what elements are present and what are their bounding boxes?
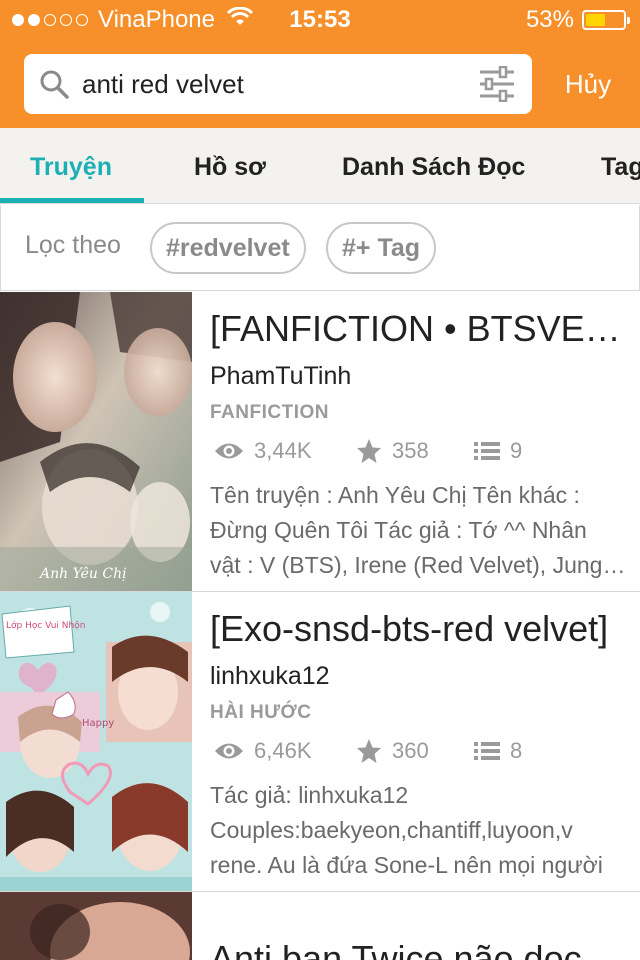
story-author[interactable]: linhxuka12 [210, 662, 330, 691]
filter-label: Lọc theo [25, 231, 121, 259]
tab-tags[interactable]: Tag [601, 128, 640, 203]
views-stat: 6,46K [214, 738, 312, 764]
cover-title: Lớp Học Vui Nhộn [6, 620, 85, 631]
story-description: Tác giả: linhxuka12 Couples:baekyeon,cha… [210, 778, 634, 883]
story-category: HÀI HƯỚC [210, 702, 312, 723]
story-item[interactable]: Anti ban Twice não dọc [0, 892, 640, 960]
tag-chip-redvelvet[interactable]: #redvelvet [150, 222, 306, 274]
search-input[interactable] [82, 54, 462, 114]
votes-stat: 360 [356, 738, 429, 764]
eye-icon [215, 443, 243, 459]
description-line: vật : V (BTS), Irene (Red Velvet), Jungk… [210, 552, 634, 578]
parts-stat: 8 [474, 738, 522, 764]
tab-bar: Truyện Hồ sơ Danh Sách Đọc Tag [0, 128, 640, 204]
filter-row: Lọc theo #redvelvet #+ Tag [0, 205, 640, 291]
add-tag-chip[interactable]: #+ Tag [326, 222, 437, 274]
status-right: 53% [525, 6, 630, 34]
tab-stories[interactable]: Truyện [30, 128, 112, 203]
battery-icon [582, 10, 630, 30]
list-icon [474, 442, 500, 460]
tab-reading-lists[interactable]: Danh Sách Đọc [342, 128, 525, 203]
cover-caption: Anh Yêu Chị [38, 566, 127, 582]
story-item[interactable]: Anh Yêu Chị [FANFICTION • BTSVELVET] Pha… [0, 292, 640, 592]
description-line: Tác giả: linhxuka12 [210, 782, 409, 808]
story-item[interactable]: Lớp Học Vui Nhộn Happy [Exo-snsd-bts-red… [0, 592, 640, 892]
cancel-button[interactable]: Hủy [548, 54, 628, 114]
story-category: FANFICTION [210, 402, 329, 423]
story-stats: 3,44K 358 9 [210, 438, 634, 470]
star-icon [357, 439, 381, 463]
description-line: Couples:baekyeon,chantiff,luyoon,v [210, 817, 573, 843]
votes-stat: 358 [356, 438, 429, 464]
description-line: Đừng Quên Tôi Tác giả : Tớ ^^ Nhân [210, 517, 587, 543]
app-header: VinaPhone 15:53 53% anti red velvet Hủy [0, 0, 640, 128]
active-tab-indicator [0, 198, 144, 203]
parts-count: 8 [510, 738, 523, 763]
description-line: Tên truyện : Anh Yêu Chị Tên khác : [210, 482, 580, 508]
filter-settings-icon[interactable] [478, 66, 516, 102]
views-stat: 3,44K [214, 438, 312, 464]
story-description: Tên truyện : Anh Yêu Chị Tên khác : Đừng… [210, 478, 634, 583]
battery-percent: 53% [525, 6, 574, 33]
description-line: rene. Au là đứa Sone-L nên mọi người [210, 852, 603, 878]
list-icon [474, 742, 500, 760]
status-bar: VinaPhone 15:53 53% [0, 0, 640, 40]
story-title[interactable]: [FANFICTION • BTSVELVET] [210, 308, 634, 350]
parts-stat: 9 [474, 438, 522, 464]
story-cover: Lớp Học Vui Nhộn Happy [0, 592, 192, 891]
cover-sticker: Happy [82, 718, 114, 729]
views-count: 3,44K [254, 438, 312, 463]
star-icon [357, 739, 381, 763]
story-title[interactable]: Anti ban Twice não dọc [210, 938, 634, 960]
eye-icon [215, 743, 243, 759]
views-count: 6,46K [254, 738, 312, 763]
search-box[interactable] [24, 54, 532, 114]
votes-count: 358 [392, 438, 429, 463]
tab-profiles[interactable]: Hồ sơ [194, 128, 266, 203]
story-stats: 6,46K 360 8 [210, 738, 634, 770]
parts-count: 9 [510, 438, 523, 463]
story-cover [0, 892, 192, 960]
search-icon [40, 70, 69, 99]
story-cover: Anh Yêu Chị [0, 292, 192, 591]
story-title[interactable]: [Exo-snsd-bts-red velvet] [210, 608, 634, 650]
story-author[interactable]: PhamTuTinh [210, 362, 351, 391]
votes-count: 360 [392, 738, 429, 763]
